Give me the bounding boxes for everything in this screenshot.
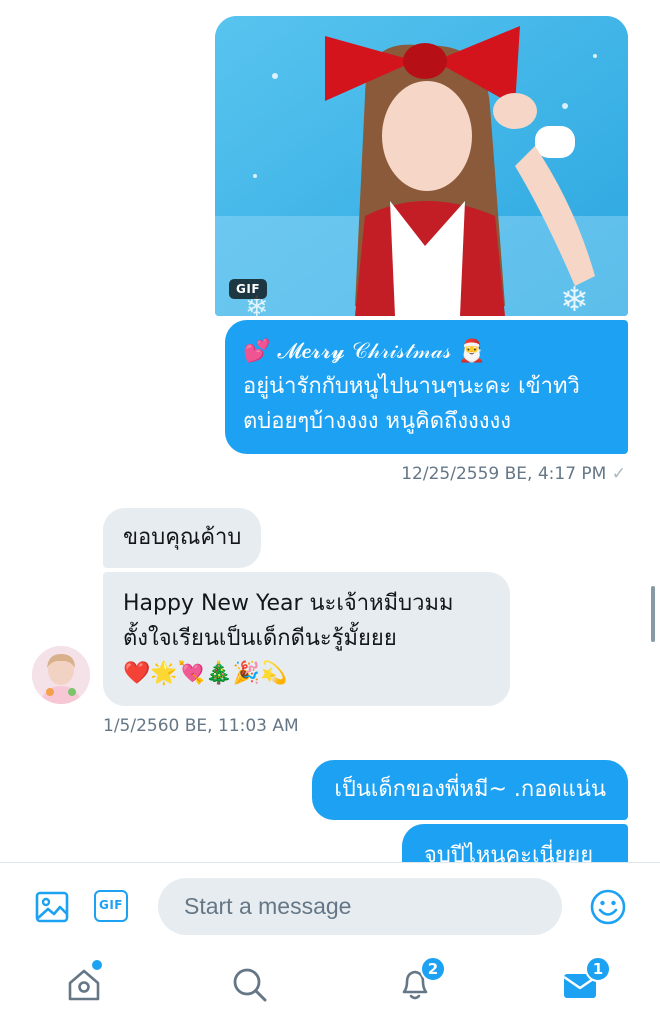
message-timestamp: 1/5/2560 BE, 11:03 AM bbox=[103, 716, 299, 736]
message-text: ขอบคุณค้าบ bbox=[123, 525, 242, 550]
message-text: Happy New Year นะเจ้าหมีบวมม bbox=[123, 591, 454, 616]
avatar-image bbox=[32, 646, 90, 704]
message-input[interactable] bbox=[158, 878, 562, 935]
sent-message-bubble[interactable]: 💕 𝓜𝒆𝓻𝓻𝔂 𝒞𝒽𝓇𝒾𝓈𝓉𝓂𝒶𝓈 🎅 อยู่น่ารักกับหนูไปนา… bbox=[225, 320, 628, 454]
sent-gif-message[interactable]: ❄ ❄ GIF bbox=[215, 16, 628, 316]
received-message-bubble[interactable]: Happy New Year นะเจ้าหมีบวมม ตั้งใจเรียน… bbox=[103, 572, 510, 706]
message-thread[interactable]: ❄ ❄ GIF 💕 𝓜𝒆𝓻𝓻𝔂 𝒞𝒽𝓇𝒾𝓈𝓉𝓂𝒶𝓈 🎅 อยู่น่ารักกั… bbox=[0, 0, 660, 862]
sent-message-bubble[interactable]: เป็นเด็กของพี่หมี~ .กอดแน่น bbox=[312, 760, 628, 820]
received-message-bubble[interactable]: ขอบคุณค้าบ bbox=[103, 508, 262, 568]
gif-badge: GIF bbox=[229, 279, 268, 299]
notifications-badge: 2 bbox=[420, 956, 446, 982]
message-text: 💕 𝓜𝒆𝓻𝓻𝔂 𝒞𝒽𝓇𝒾𝓈𝓉𝓂𝒶𝓈 🎅 bbox=[243, 339, 486, 364]
home-icon bbox=[68, 969, 100, 1001]
scrollbar[interactable] bbox=[651, 586, 655, 642]
message-emoji: ❤️🌟💘🎄🎉💫 bbox=[123, 661, 288, 686]
message-text: อยู่น่ารักกับหนูไปนานๆนะคะ เข้าทวิ bbox=[243, 374, 580, 399]
message-text: จบปีไหนคะเนี่ยยย bbox=[424, 843, 594, 862]
message-text: เป็นเด็กของพี่หมี~ .กอดแน่น bbox=[334, 777, 606, 802]
sender-avatar[interactable] bbox=[32, 646, 90, 704]
home-new-indicator bbox=[92, 960, 102, 970]
svg-text:❄: ❄ bbox=[560, 280, 589, 316]
read-check-icon: ✓ bbox=[611, 464, 626, 484]
message-text: ตบ่อยๆบ้างงงง หนูคิดถึงงงงง bbox=[243, 409, 512, 434]
message-timestamp: 12/25/2559 BE, 4:17 PM ✓ bbox=[401, 464, 626, 484]
search-icon bbox=[233, 968, 267, 1002]
tab-home[interactable] bbox=[64, 964, 104, 1004]
message-composer: GIF bbox=[0, 862, 660, 950]
message-text: ตั้งใจเรียนเป็นเด็กดีนะรู้มั้ยยย bbox=[123, 626, 397, 651]
emoji-icon[interactable] bbox=[589, 888, 627, 926]
gif-icon[interactable]: GIF bbox=[94, 890, 128, 922]
media-icon[interactable] bbox=[34, 889, 70, 925]
tab-bar: 2 1 bbox=[0, 950, 660, 1024]
gif-image: ❄ ❄ bbox=[215, 16, 628, 316]
sent-message-bubble[interactable]: จบปีไหนคะเนี่ยยย bbox=[402, 824, 628, 862]
timestamp-text: 12/25/2559 BE, 4:17 PM bbox=[401, 464, 607, 484]
tab-search[interactable] bbox=[229, 964, 269, 1004]
messages-badge: 1 bbox=[585, 956, 611, 982]
